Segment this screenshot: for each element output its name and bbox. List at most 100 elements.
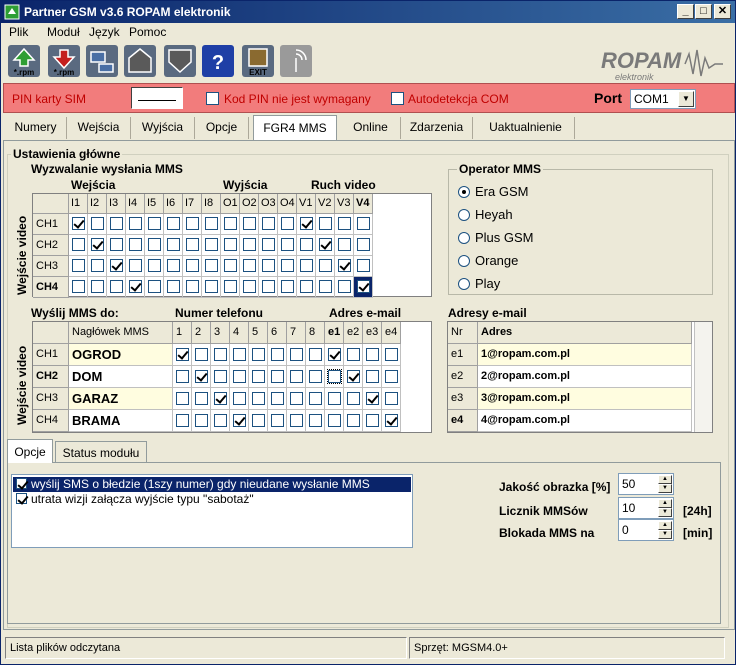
- send-checkbox[interactable]: [233, 392, 246, 405]
- email-address-field[interactable]: 2@ropam.com.pl: [478, 366, 692, 388]
- send-checkbox[interactable]: [290, 392, 303, 405]
- trigger-checkbox[interactable]: [338, 217, 351, 230]
- operator-radio[interactable]: [458, 278, 470, 290]
- option-item[interactable]: utrata wizji załącza wyjście typu "sabot…: [13, 492, 411, 507]
- menu-modul[interactable]: Moduł: [47, 25, 80, 39]
- mms-header-field[interactable]: OGROD: [69, 344, 173, 366]
- trigger-checkbox[interactable]: [91, 259, 104, 272]
- trigger-checkbox[interactable]: [91, 280, 104, 293]
- trigger-checkbox[interactable]: [243, 259, 256, 272]
- trigger-checkbox[interactable]: [338, 280, 351, 293]
- trigger-checkbox[interactable]: [224, 238, 237, 251]
- trigger-checkbox[interactable]: [91, 238, 104, 251]
- trigger-checkbox[interactable]: [338, 259, 351, 272]
- send-checkbox[interactable]: [309, 348, 322, 361]
- send-checkbox[interactable]: [347, 414, 360, 427]
- send-checkbox[interactable]: [233, 370, 246, 383]
- trigger-checkbox[interactable]: [319, 217, 332, 230]
- spin-up-icon[interactable]: ▲: [658, 499, 672, 508]
- email-scrollbar[interactable]: [694, 322, 712, 432]
- send-checkbox[interactable]: [271, 414, 284, 427]
- trigger-checkbox[interactable]: [224, 280, 237, 293]
- trigger-checkbox[interactable]: [319, 259, 332, 272]
- port-select[interactable]: COM1 ▼: [630, 89, 696, 109]
- trigger-checkbox[interactable]: [262, 238, 275, 251]
- send-checkbox[interactable]: [309, 370, 322, 383]
- trigger-checkbox[interactable]: [167, 217, 180, 230]
- trigger-checkbox[interactable]: [300, 217, 313, 230]
- operator-radio[interactable]: [458, 232, 470, 244]
- tab-online[interactable]: Online: [341, 117, 401, 139]
- send-checkbox[interactable]: [176, 414, 189, 427]
- trigger-checkbox[interactable]: [357, 238, 370, 251]
- send-checkbox[interactable]: [195, 348, 208, 361]
- trigger-checkbox[interactable]: [148, 238, 161, 251]
- quality-spinner[interactable]: 50 ▲ ▼: [618, 473, 674, 495]
- send-checkbox[interactable]: [347, 392, 360, 405]
- maximize-button[interactable]: □: [695, 4, 712, 19]
- trigger-checkbox[interactable]: [129, 259, 142, 272]
- trigger-checkbox[interactable]: [262, 217, 275, 230]
- pin-input[interactable]: [131, 87, 183, 109]
- send-checkbox[interactable]: [252, 414, 265, 427]
- trigger-checkbox[interactable]: [338, 238, 351, 251]
- email-address-field[interactable]: 1@ropam.com.pl: [478, 344, 692, 366]
- mms-header-field[interactable]: BRAMA: [69, 410, 173, 432]
- send-checkbox[interactable]: [328, 348, 341, 361]
- send-checkbox[interactable]: [327, 369, 342, 384]
- spin-down-icon[interactable]: ▼: [658, 530, 672, 539]
- trigger-checkbox[interactable]: [148, 259, 161, 272]
- counter-spinner[interactable]: 10 ▲ ▼: [618, 497, 674, 519]
- send-checkbox[interactable]: [195, 392, 208, 405]
- trigger-checkbox[interactable]: [205, 217, 218, 230]
- send-checkbox[interactable]: [385, 414, 398, 427]
- tab-wej-cia[interactable]: Wejścia: [67, 117, 131, 139]
- operator-radio[interactable]: [458, 209, 470, 221]
- send-checkbox[interactable]: [309, 414, 322, 427]
- tab-zdarzenia[interactable]: Zdarzenia: [401, 117, 473, 139]
- email-address-field[interactable]: 3@ropam.com.pl: [478, 388, 692, 410]
- trigger-checkbox[interactable]: [319, 238, 332, 251]
- spin-down-icon[interactable]: ▼: [658, 508, 672, 517]
- help-button[interactable]: ?: [201, 44, 235, 78]
- send-checkbox[interactable]: [328, 392, 341, 405]
- trigger-checkbox[interactable]: [72, 259, 85, 272]
- trigger-checkbox[interactable]: [262, 280, 275, 293]
- trigger-checkbox[interactable]: [205, 238, 218, 251]
- tab-uaktualnienie[interactable]: Uaktualnienie: [477, 117, 575, 139]
- trigger-checkbox[interactable]: [281, 259, 294, 272]
- send-checkbox[interactable]: [214, 392, 227, 405]
- option-checkbox[interactable]: [16, 478, 27, 489]
- close-button[interactable]: ✕: [714, 4, 731, 19]
- trigger-checkbox[interactable]: [224, 217, 237, 230]
- tab-wyj-cia[interactable]: Wyjścia: [131, 117, 195, 139]
- send-checkbox[interactable]: [252, 392, 265, 405]
- mms-header-field[interactable]: DOM: [69, 366, 173, 388]
- tab-numery[interactable]: Numery: [5, 117, 67, 139]
- send-checkbox[interactable]: [290, 370, 303, 383]
- trigger-checkbox[interactable]: [300, 280, 313, 293]
- send-checkbox[interactable]: [271, 348, 284, 361]
- trigger-checkbox[interactable]: [186, 217, 199, 230]
- trigger-checkbox[interactable]: [167, 280, 180, 293]
- trigger-checkbox[interactable]: [129, 280, 142, 293]
- trigger-checkbox[interactable]: [72, 217, 85, 230]
- chevron-down-icon[interactable]: ▼: [678, 91, 694, 107]
- trigger-checkbox[interactable]: [72, 238, 85, 251]
- trigger-checkbox[interactable]: [224, 259, 237, 272]
- send-checkbox[interactable]: [385, 370, 398, 383]
- send-checkbox[interactable]: [176, 392, 189, 405]
- trigger-checkbox[interactable]: [262, 259, 275, 272]
- trigger-checkbox[interactable]: [110, 238, 123, 251]
- menu-jezyk[interactable]: Język: [89, 25, 120, 39]
- write-module-button[interactable]: [123, 44, 157, 78]
- send-checkbox[interactable]: [271, 370, 284, 383]
- subtab-opcje[interactable]: Opcje: [7, 439, 53, 463]
- send-checkbox[interactable]: [309, 392, 322, 405]
- spin-down-icon[interactable]: ▼: [658, 484, 672, 493]
- trigger-checkbox[interactable]: [357, 259, 370, 272]
- send-checkbox[interactable]: [252, 348, 265, 361]
- send-checkbox[interactable]: [176, 370, 189, 383]
- trigger-checkbox[interactable]: [300, 238, 313, 251]
- minimize-button[interactable]: _: [677, 4, 694, 19]
